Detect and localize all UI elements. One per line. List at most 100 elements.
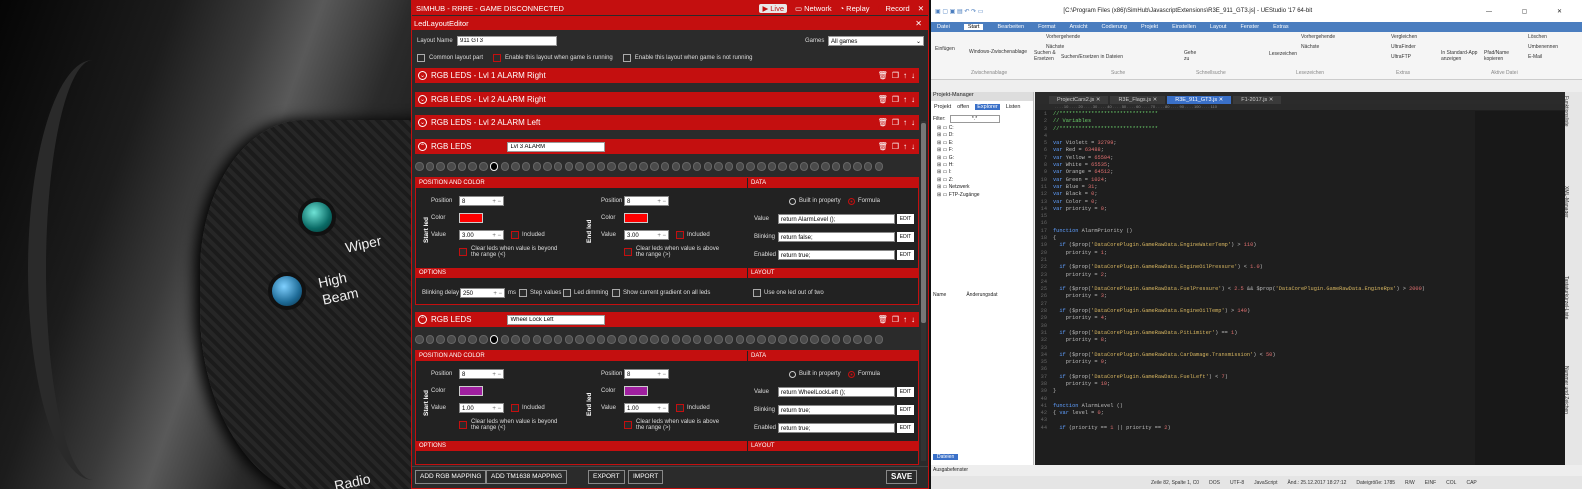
led-dot[interactable] [436,335,445,344]
start-color-swatch[interactable] [459,386,483,396]
copy-icon[interactable]: ❐ [892,95,899,104]
code-editor[interactable]: ProjectCars2.js ✕ R3E_Flags.js ✕ R3E_911_G… [1035,92,1565,465]
built-in-radio[interactable] [789,371,796,378]
led-dot[interactable] [553,335,563,344]
led-dot[interactable] [735,162,745,171]
clear-below-checkbox[interactable] [459,248,467,256]
col-name[interactable]: Name [933,292,946,298]
data-value-field[interactable]: return AlarmLevel (); [778,214,895,224]
led-dot[interactable] [586,162,595,171]
start-included-checkbox[interactable] [511,231,519,239]
dateien-tab[interactable]: Dateien [933,454,959,460]
record-button[interactable]: Record [877,4,910,13]
copy-icon[interactable]: ❐ [892,71,899,80]
led-dot[interactable] [628,335,638,344]
led-dot[interactable] [500,335,509,344]
add-tm1638-mapping-button[interactable]: ADD TM1638 MAPPING [486,470,568,484]
ribbon-tab[interactable]: Einstellen [1172,24,1196,30]
led-dot[interactable] [543,162,552,171]
led-dot[interactable] [703,162,713,171]
code-line[interactable]: 13 var Color = 0; [1035,199,1475,206]
plus-minus-icon[interactable]: + − [657,197,666,207]
start-position-stepper[interactable]: 8 + − [459,369,504,379]
plus-minus-icon[interactable]: + − [657,404,666,414]
code-line[interactable]: 18 { [1035,235,1475,242]
end-included-checkbox[interactable] [676,231,684,239]
led-dot[interactable] [425,335,435,344]
vorhergehende-button[interactable]: Vorhergehende [1046,34,1080,40]
standard-app-button[interactable]: In Standard-App anzeigen [1441,50,1481,62]
led-dot[interactable] [586,335,595,344]
code-line[interactable]: 11 var Blue = 31; [1035,184,1475,191]
code-line[interactable]: 22 if ($prop('DataCorePlugin.GameRawData… [1035,264,1475,271]
section-lvl2-alarm-right[interactable]: ⌄ RGB LEDS - Lvl 2 ALARM Right 🗑 ❐ ↑ ↓ [415,92,919,107]
ribbon-tab[interactable]: Layout [1210,24,1227,30]
led-dot[interactable] [703,335,713,344]
start-value-stepper[interactable]: 1.00 + − [459,403,504,413]
start-value-stepper[interactable]: 3.00 + − [459,230,504,240]
arrow-up-icon[interactable]: ↑ [903,71,907,80]
trash-icon[interactable]: 🗑 [878,142,888,151]
code-line[interactable]: 30 [1035,323,1475,330]
code-line[interactable]: 14 var priority = 0; [1035,206,1475,213]
led-dot[interactable] [447,335,456,344]
end-position-stepper[interactable]: 8 + − [624,369,669,379]
chevron-down-icon[interactable]: ⌄ [418,71,427,80]
led-dot[interactable] [842,335,851,344]
formula-radio[interactable] [848,371,855,378]
end-value-stepper[interactable]: 3.00 + − [624,230,669,240]
led-dot[interactable] [500,162,509,171]
ribbon-tab[interactable]: Projekt [1141,24,1158,30]
led-dot[interactable] [436,162,445,171]
show-gradient-checkbox[interactable] [612,289,620,297]
blinking-field[interactable]: return false; [778,232,895,242]
led-dot[interactable] [660,335,670,344]
led-dot[interactable] [618,162,627,171]
import-button[interactable]: IMPORT [628,470,664,484]
lesezeichen-button[interactable]: Lesezeichen [1269,51,1297,57]
led-dot[interactable] [468,162,477,171]
minimap[interactable] [1475,111,1565,465]
led-dot[interactable] [660,162,670,171]
pm-tab[interactable]: Projekt [934,104,951,110]
edit-enabled-button[interactable]: EDIT [897,423,914,433]
copy-icon[interactable]: ❐ [892,118,899,127]
plus-minus-icon[interactable]: + − [657,231,666,241]
code-line[interactable]: 36 [1035,366,1475,373]
code-line[interactable]: 41 function AlarmLevel () [1035,403,1475,410]
einfuegen-button[interactable]: Einfügen [935,46,955,52]
plus-minus-icon[interactable]: + − [492,231,501,241]
layout-name-input[interactable] [457,36,557,46]
gehe-zu-button[interactable]: Gehe zu [1184,50,1198,62]
led-dot[interactable] [415,162,424,171]
led-dot[interactable] [650,162,659,171]
arrow-down-icon[interactable]: ↓ [911,142,915,151]
clear-below-checkbox[interactable] [459,421,467,429]
drive-item[interactable]: ⊞ ▭ G: [937,155,1033,162]
suchen-ersetzen-button[interactable]: Suchen & Ersetzen [1034,50,1056,62]
code-line[interactable]: 2 // Variables [1035,118,1475,125]
led-dot[interactable] [607,162,616,171]
code-line[interactable]: 37 if ($prop('DataCorePlugin.GameRawData… [1035,374,1475,381]
start-position-stepper[interactable]: 8 + − [459,196,504,206]
led-dot[interactable] [821,335,830,344]
file-tab[interactable]: R3E_Flags.js ✕ [1110,96,1166,104]
led-dot[interactable] [671,162,680,171]
drive-item[interactable]: ⊞ ▭ H: [937,162,1033,169]
code-line[interactable]: 25 if ($prop('DataCorePlugin.GameRawData… [1035,286,1475,293]
file-tab[interactable]: ProjectCars2.js ✕ [1049,96,1109,104]
live-button[interactable]: ▶ Live [759,3,788,13]
games-select[interactable]: All games ⌄ [828,36,924,46]
code-line[interactable]: 16 [1035,220,1475,227]
led-dot[interactable] [415,335,424,344]
led-dot[interactable] [457,162,467,171]
start-color-swatch[interactable] [459,213,483,223]
ribbon-tab[interactable]: Datei [937,24,950,30]
arrow-down-icon[interactable]: ↓ [911,95,915,104]
start-included-checkbox[interactable] [511,404,519,412]
led-dot[interactable] [778,162,787,171]
drive-item[interactable]: ⊞ ▭ F: [937,147,1033,154]
section-name-input[interactable] [507,141,606,152]
led-dot[interactable] [789,335,798,344]
add-rgb-mapping-button[interactable]: ADD RGB MAPPING [415,470,487,484]
